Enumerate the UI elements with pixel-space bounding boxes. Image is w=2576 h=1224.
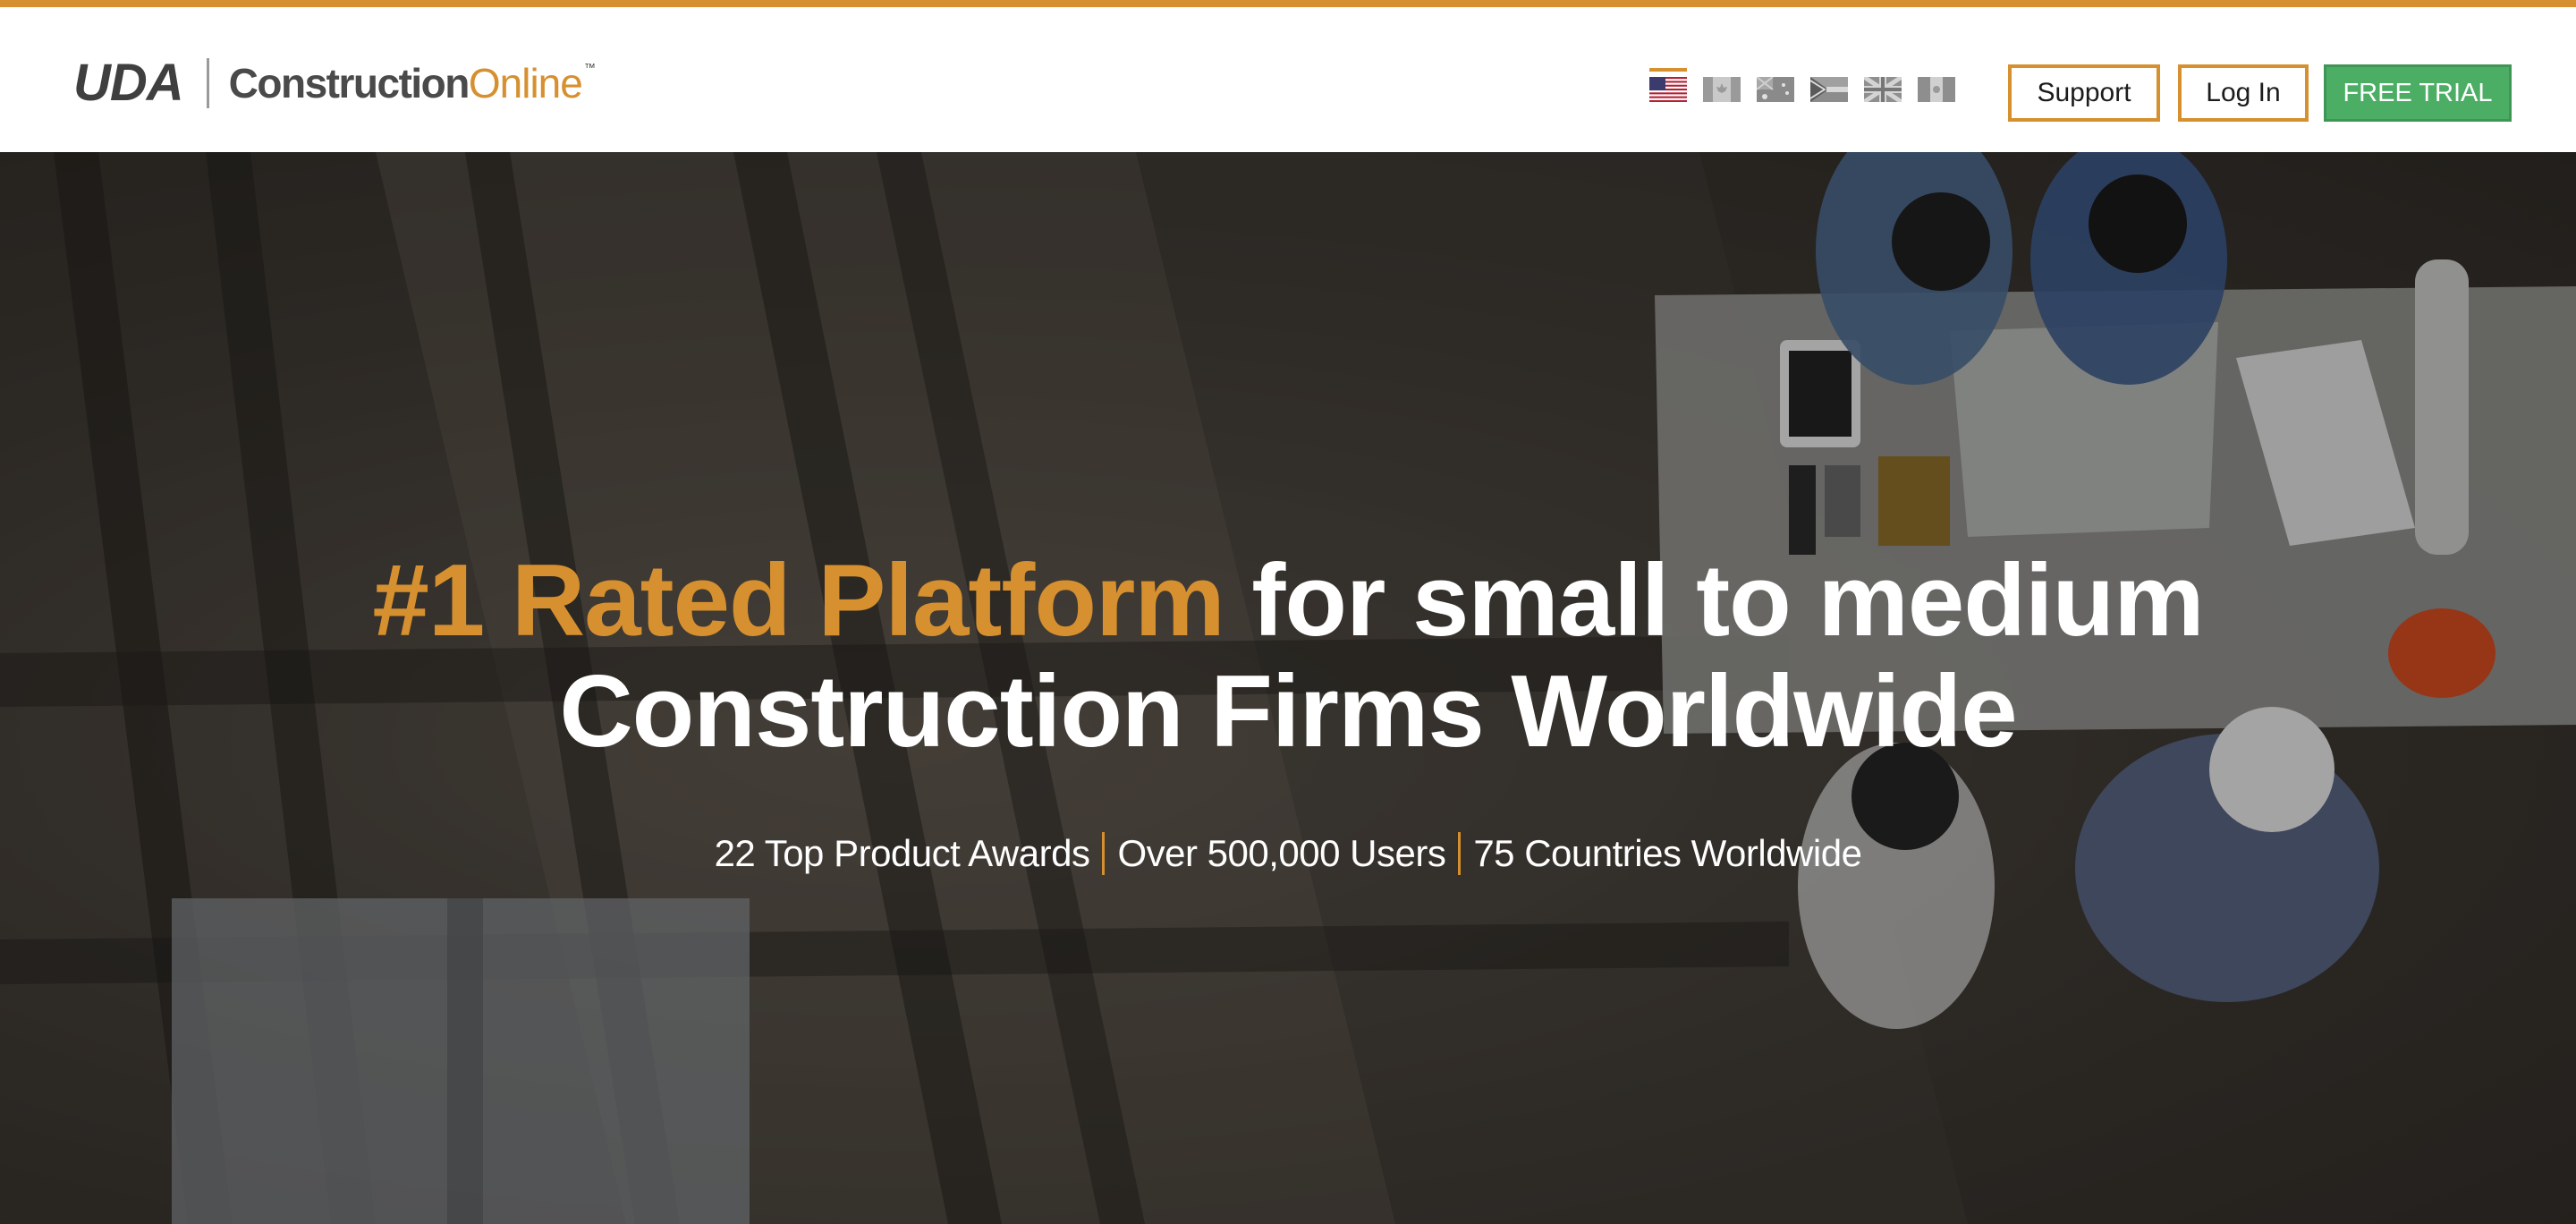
- stat-awards: 22 Top Product Awards: [714, 832, 1090, 874]
- hero-headline: #1 Rated Platform for small to medium Co…: [0, 546, 2576, 768]
- logo-trademark: ™: [583, 61, 596, 74]
- login-button[interactable]: Log In: [2178, 64, 2309, 122]
- logo-online-text: Online: [468, 60, 583, 106]
- stat-separator: [1102, 832, 1106, 875]
- logo-uda-text: UDA: [73, 54, 184, 112]
- us-flag-icon[interactable]: [1649, 68, 1687, 102]
- free-trial-button[interactable]: FREE TRIAL: [2324, 64, 2512, 122]
- constructiononline-logo[interactable]: UDA Construction Online ™: [73, 52, 596, 115]
- stat-users: Over 500,000 Users: [1117, 832, 1446, 874]
- site-header: UDA Construction Online ™ Support Log In…: [0, 7, 2576, 152]
- hero-headline-accent: #1 Rated Platform: [372, 544, 1224, 658]
- country-selector: [1649, 68, 1955, 122]
- hero-headline-line2: Construction Firms Worldwide: [559, 655, 2017, 769]
- australia-flag-icon[interactable]: [1757, 77, 1794, 102]
- hero-headline-line1: for small to medium: [1224, 544, 2204, 658]
- stat-separator: [1458, 832, 1462, 875]
- support-button[interactable]: Support: [2008, 64, 2160, 122]
- canada-flag-icon[interactable]: [1703, 77, 1741, 102]
- logo-divider: [206, 58, 209, 108]
- south-africa-flag-icon[interactable]: [1810, 77, 1848, 102]
- hero-section: #1 Rated Platform for small to medium Co…: [0, 152, 2576, 1224]
- stat-countries: 75 Countries Worldwide: [1473, 832, 1862, 874]
- uk-flag-icon[interactable]: [1864, 77, 1902, 102]
- logo-construction-text: Construction: [228, 60, 470, 106]
- hero-stats: 22 Top Product Awards Over 500,000 Users 7…: [0, 832, 2576, 875]
- mexico-flag-icon[interactable]: [1918, 77, 1955, 102]
- top-accent-bar: [0, 0, 2576, 7]
